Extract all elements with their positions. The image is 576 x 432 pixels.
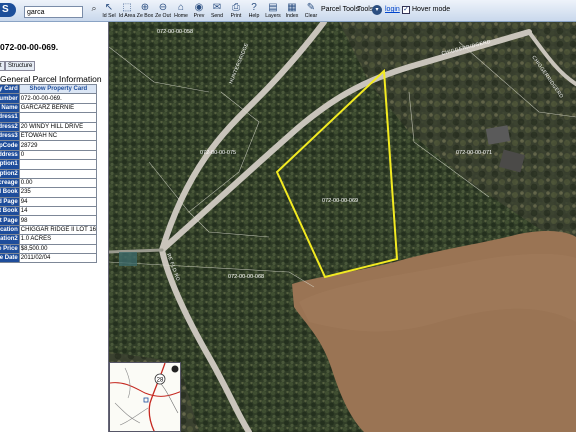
tab-general[interactable]: t: [0, 61, 5, 71]
field-label: r Name: [0, 102, 20, 114]
table-row: ddress3ETOWAH NC: [0, 130, 98, 142]
field-label: ddress1: [0, 112, 20, 123]
clear-button[interactable]: ✎ Clear: [300, 2, 322, 21]
app-logo: S: [0, 3, 16, 17]
field-value: [18, 159, 98, 170]
parcel-label: 072-00-00-071: [456, 150, 492, 156]
table-row: ocationCHIGGAR RIDGE II LOT 16: [0, 224, 98, 236]
table-row: Number072-00-00-069.: [0, 93, 98, 104]
field-label: ty Card: [0, 83, 20, 95]
field-value: GARCARZ BERNIE: [18, 102, 98, 114]
section-title: General Parcel Information: [0, 74, 102, 84]
table-row: ddress220 WINDY HILL DRIVE: [0, 121, 98, 132]
field-value: 14: [18, 206, 98, 217]
field-label: at Page: [0, 215, 20, 226]
field-label: Number: [0, 93, 20, 104]
tools-menu[interactable]: Tools: [357, 6, 373, 13]
table-row: ed Page94: [0, 196, 98, 208]
field-label: ed Page: [0, 196, 20, 208]
overview-map[interactable]: 28: [109, 362, 181, 432]
table-row: ddress1: [0, 112, 98, 123]
show-property-card-button[interactable]: Show Property Card: [18, 83, 98, 95]
parcel-info-panel: 072-00-00-069. t Structure General Parce…: [0, 22, 109, 432]
table-row: ription2: [0, 168, 98, 179]
toolbar: S ⌕ ↖ Id Sel ⬚ Id Area ⊕ Ze Box ⊖ Ze Out…: [0, 0, 576, 22]
field-label: ription2: [0, 168, 20, 179]
field-value: 235: [18, 187, 98, 198]
table-row: Address0: [0, 149, 98, 161]
table-row: ZipCode28729: [0, 140, 98, 151]
parcel-label: 072-00-00-075: [200, 150, 236, 156]
field-value: 28729: [18, 140, 98, 151]
field-value: 1.0 ACRES: [18, 234, 98, 245]
collapse-icon: [171, 365, 179, 373]
hover-mode-checkbox[interactable]: ✓: [402, 6, 410, 14]
field-value: 072-00-00-069.: [18, 93, 98, 104]
table-row: at Page98: [0, 215, 98, 226]
parcel-label: 072-00-00-068: [228, 274, 264, 280]
table-row: ription1: [0, 159, 98, 170]
parcel-info-table: ty CardShow Property CardNumber072-00-00…: [0, 83, 98, 264]
table-row: ed Book235: [0, 187, 98, 198]
field-value: 0: [18, 149, 98, 161]
field-label: ocation: [0, 224, 20, 236]
field-label: at Book: [0, 206, 20, 217]
field-value: [18, 168, 98, 179]
field-label: ZipCode: [0, 140, 20, 151]
hover-mode-label: Hover mode: [412, 6, 451, 13]
pool: [119, 252, 137, 266]
table-row: ty CardShow Property Card: [0, 83, 98, 95]
field-value: ETOWAH NC: [18, 130, 98, 142]
table-row: e Price $8,500.00: [0, 243, 98, 255]
chevron-down-icon[interactable]: ▾: [372, 5, 382, 15]
table-row: ocation21.0 ACRES: [0, 234, 98, 245]
field-label: ed Book: [0, 187, 20, 198]
parcel-id-heading: 072-00-00-069.: [0, 42, 59, 52]
field-value: $8,500.00: [18, 243, 98, 255]
field-label: Acreage: [0, 177, 20, 189]
tab-structure[interactable]: Structure: [5, 61, 36, 71]
field-value: 98: [18, 215, 98, 226]
parcel-label: 072-00-00-069: [322, 198, 358, 204]
route-number: 28: [157, 378, 164, 384]
field-label: ddress2: [0, 121, 20, 132]
field-label: ription1: [0, 159, 20, 170]
clear-icon: ✎: [306, 2, 316, 13]
table-row: r NameGARCARZ BERNIE: [0, 102, 98, 114]
table-row: Acreage0.00: [0, 177, 98, 189]
field-value: 20 WINDY HILL DRIVE: [18, 121, 98, 132]
field-value: 0.00: [18, 177, 98, 189]
field-label: e Price: [0, 243, 20, 255]
field-value: CHIGGAR RIDGE II LOT 16: [18, 224, 98, 236]
field-value: 2011/02/04: [18, 253, 98, 264]
field-value: 94: [18, 196, 98, 208]
parcel-label: 072-00-00-058: [157, 29, 193, 35]
parcel-tools-menu[interactable]: Parcel Tools: [321, 6, 359, 13]
field-label: ddress3: [0, 130, 20, 142]
field-label: ocation2: [0, 234, 20, 245]
login-link[interactable]: login: [385, 6, 400, 13]
table-row: le Date 2011/02/04: [0, 253, 98, 264]
field-label: Address: [0, 149, 20, 161]
field-value: [18, 112, 98, 123]
table-row: at Book14: [0, 206, 98, 217]
field-label: le Date: [0, 253, 20, 264]
search-input[interactable]: [24, 6, 83, 18]
